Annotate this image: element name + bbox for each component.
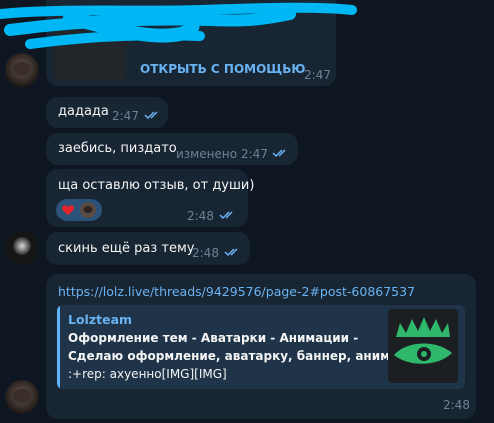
double-check-icon xyxy=(224,248,238,257)
preview-title: Оформление тем - Аватарки - Анимации - xyxy=(68,331,359,345)
preview-title: Сделаю оформление, аватарку, баннер, ани… xyxy=(68,349,404,363)
avatar[interactable] xyxy=(5,53,39,87)
link-preview[interactable]: Lolzteam Оформление тем - Аватарки - Ани… xyxy=(57,305,465,389)
preview-site-name: Lolzteam xyxy=(68,312,133,327)
message-bubble[interactable]: дадада 2:47 xyxy=(46,97,168,128)
double-check-icon xyxy=(272,149,286,158)
heart-reaction-icon xyxy=(62,205,74,215)
message-time: 2:47 xyxy=(241,147,268,161)
double-check-icon xyxy=(219,211,233,220)
edited-label: изменено xyxy=(176,147,238,161)
double-check-icon xyxy=(144,111,158,120)
message-bubble[interactable]: скинь ещё раз тему 2:48 xyxy=(46,232,250,265)
preview-thumbnail xyxy=(388,309,458,383)
reactions-row[interactable] xyxy=(56,199,102,221)
message-text: ща оставлю отзыв, от души) xyxy=(58,178,255,193)
message-time: 2:47 xyxy=(304,68,331,82)
redaction-scribble xyxy=(0,2,357,49)
message-time: 2:48 xyxy=(443,398,470,412)
avatar-reaction-icon xyxy=(80,202,96,218)
message-time: 2:47 xyxy=(112,109,139,123)
preview-description: :+rep: ахуенно[IMG][IMG] xyxy=(68,367,227,381)
message-time: 2:48 xyxy=(192,246,219,260)
lolzteam-logo-icon xyxy=(394,317,452,364)
avatar[interactable] xyxy=(5,231,39,265)
message-text: заебись, пиздато xyxy=(58,141,177,156)
link-message-bubble[interactable]: https://lolz.live/threads/9429576/page-2… xyxy=(46,274,476,419)
preview-accent-bar xyxy=(57,305,60,389)
message-link[interactable]: https://lolz.live/threads/9429576/page-2… xyxy=(58,284,415,299)
message-bubble[interactable]: заебись, пиздато изменено 2:47 xyxy=(46,133,298,165)
message-text: скинь ещё раз тему xyxy=(58,241,195,256)
message-bubble[interactable]: ща оставлю отзыв, от души) 2:48 xyxy=(46,169,254,227)
message-time: 2:48 xyxy=(187,209,214,223)
message-text: дадада xyxy=(58,104,109,119)
open-with-button[interactable]: ОТКРЫТЬ С ПОМОЩЬЮ xyxy=(140,62,305,76)
avatar[interactable] xyxy=(5,380,39,414)
